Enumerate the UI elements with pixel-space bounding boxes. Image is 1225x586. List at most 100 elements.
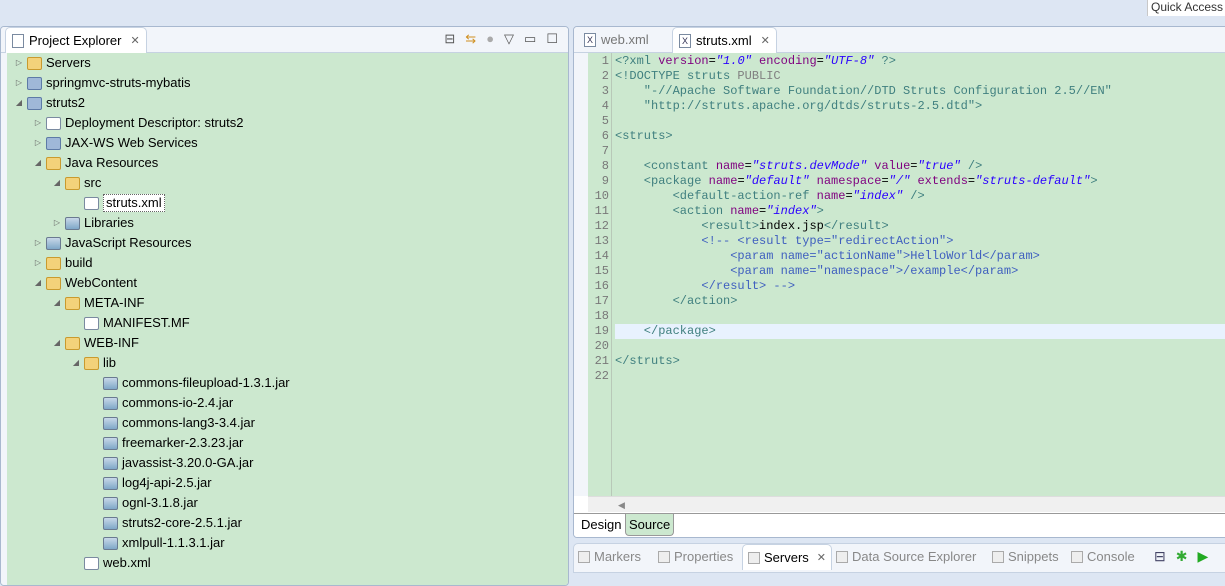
collapsed-arrow-icon[interactable]: ▷	[32, 233, 44, 253]
close-icon[interactable]: ✕	[761, 28, 770, 54]
line-number: 18	[594, 309, 609, 323]
code-line[interactable]: <param name="namespace">/example</param>	[615, 264, 1225, 279]
code-line[interactable]: <package name="default" namespace="/" ex…	[615, 174, 1225, 189]
line-number: 4	[601, 99, 609, 113]
console-icon	[1071, 551, 1083, 563]
tree-item[interactable]: ◢ Java Resources	[32, 153, 158, 173]
collapsed-arrow-icon[interactable]: ▷	[13, 73, 25, 93]
editor-tabbar: Xweb.xml Xstruts.xml ✕	[574, 27, 1225, 53]
code-line[interactable]: </struts>	[615, 354, 1225, 369]
tree-item[interactable]: ognl-3.1.8.jar	[89, 493, 198, 513]
code-line[interactable]	[615, 309, 1225, 324]
link-with-editor-icon[interactable]: ⇆	[465, 31, 476, 47]
tab-markers[interactable]: Markers	[578, 544, 641, 570]
collapsed-arrow-icon[interactable]: ▷	[32, 133, 44, 153]
tree-item[interactable]: ◢ META-INF	[51, 293, 145, 313]
tree-item[interactable]: ▷ JAX-WS Web Services	[32, 133, 198, 153]
close-icon[interactable]: ✕	[817, 545, 826, 571]
tab-web-xml[interactable]: Xweb.xml	[578, 27, 655, 53]
tab-snippets[interactable]: Snippets	[992, 544, 1059, 570]
xml-editor[interactable]: 1 2 3 4 5 6 7 8 9 10 11 12 13 14 15 16 17 18 19 20 21 22 <?xm…	[574, 53, 1225, 496]
tree-item[interactable]: MANIFEST.MF	[70, 313, 190, 333]
tab-design[interactable]: Design	[578, 514, 624, 536]
expanded-arrow-icon[interactable]: ◢	[32, 153, 44, 173]
tab-project-explorer[interactable]: Project Explorer ✕	[5, 27, 147, 53]
tree-item[interactable]: javassist-3.20.0-GA.jar	[89, 453, 254, 473]
code-line[interactable]	[615, 339, 1225, 354]
tree-item[interactable]: ▷ JavaScript Resources	[32, 233, 192, 253]
code-line[interactable]: <!DOCTYPE struts PUBLIC	[615, 69, 1225, 84]
code-line[interactable]: "http://struts.apache.org/dtds/struts-2.…	[615, 99, 1225, 114]
code-line[interactable]	[615, 144, 1225, 159]
tree-item[interactable]: ◢ struts2	[13, 93, 85, 113]
tree-item[interactable]: ▷ Deployment Descriptor: struts2	[32, 113, 244, 133]
expanded-arrow-icon[interactable]: ◢	[70, 353, 82, 373]
code-line[interactable]: <constant name="struts.devMode" value="t…	[615, 159, 1225, 174]
code-token: "struts.devMode"	[751, 159, 868, 173]
tab-properties[interactable]: Properties	[658, 544, 733, 570]
expanded-arrow-icon[interactable]: ◢	[13, 93, 25, 113]
code-line[interactable]: <action name="index">	[615, 204, 1225, 219]
tree-item[interactable]: ▷ Libraries	[51, 213, 134, 233]
code-line[interactable]	[615, 369, 1225, 384]
tab-source[interactable]: Source	[625, 514, 675, 536]
line-number: 10	[594, 189, 609, 203]
minimize-icon[interactable]: ⊟	[1154, 548, 1166, 565]
close-icon[interactable]: ✕	[130, 28, 139, 54]
tree-item[interactable]: ▷ Servers	[13, 53, 91, 73]
tab-servers[interactable]: Servers ✕	[742, 544, 833, 571]
tree-item[interactable]: ◢ src	[51, 173, 101, 193]
horizontal-scrollbar[interactable]: ◀	[588, 496, 1225, 512]
tree-item[interactable]: web.xml	[70, 553, 151, 573]
code-line[interactable]: </action>	[615, 294, 1225, 309]
tree-item[interactable]: freemarker-2.3.23.jar	[89, 433, 243, 453]
expanded-arrow-icon[interactable]: ◢	[51, 173, 63, 193]
filter-icon[interactable]: ●	[486, 31, 494, 47]
code-token: "true"	[917, 159, 961, 173]
maximize-icon[interactable]: ☐	[546, 31, 558, 47]
tab-console[interactable]: Console	[1071, 544, 1135, 570]
code-line[interactable]: <param name="actionName">HelloWorld</par…	[615, 249, 1225, 264]
code-line[interactable]: </result> -->	[615, 279, 1225, 294]
tree-item[interactable]: ◢ lib	[70, 353, 116, 373]
tree-item[interactable]: ◢ WEB-INF	[51, 333, 139, 353]
code-line[interactable]: <?xml version="1.0" encoding="UTF-8" ?>	[615, 54, 1225, 69]
project-tree: ▷ Servers ▷ springmvc-struts-mybatis ◢ struts…	[1, 53, 568, 585]
view-menu-icon[interactable]: ▽	[504, 31, 514, 47]
quick-access-field[interactable]: Quick Access	[1147, 0, 1225, 16]
line-number: 22	[594, 369, 609, 383]
collapsed-arrow-icon[interactable]: ▷	[13, 53, 25, 73]
file-icon	[84, 196, 99, 210]
file-icon	[46, 116, 61, 130]
code-line[interactable]: <default-action-ref name="index" />	[615, 189, 1225, 204]
collapse-all-icon[interactable]: ⊟	[444, 31, 455, 47]
tree-item[interactable]: commons-fileupload-1.3.1.jar	[89, 373, 290, 393]
line-number: 12	[594, 219, 609, 233]
expanded-arrow-icon[interactable]: ◢	[32, 273, 44, 293]
minimize-icon[interactable]: ▭	[524, 31, 536, 47]
start-server-icon[interactable]: ▶	[1197, 548, 1208, 565]
tree-item[interactable]: commons-lang3-3.4.jar	[89, 413, 255, 433]
tree-item[interactable]: ▷ springmvc-struts-mybatis	[13, 73, 191, 93]
code-line[interactable]: "-//Apache Software Foundation//DTD Stru…	[615, 84, 1225, 99]
collapsed-arrow-icon[interactable]: ▷	[51, 213, 63, 233]
code-line[interactable]: <struts>	[615, 129, 1225, 144]
code-line[interactable]: <!-- <result type="redirectAction">	[615, 234, 1225, 249]
code-line[interactable]: </package>	[615, 324, 1225, 339]
expanded-arrow-icon[interactable]: ◢	[51, 333, 63, 353]
tree-item[interactable]: xmlpull-1.1.3.1.jar	[89, 533, 225, 553]
collapsed-arrow-icon[interactable]: ▷	[32, 113, 44, 133]
tree-item[interactable]: ▷ build	[32, 253, 93, 273]
collapsed-arrow-icon[interactable]: ▷	[32, 253, 44, 273]
tree-item[interactable]: log4j-api-2.5.jar	[89, 473, 212, 493]
tree-item[interactable]: ◢ WebContent	[32, 273, 137, 293]
tree-item[interactable]: struts2-core-2.5.1.jar	[89, 513, 242, 533]
debug-icon[interactable]: ✱	[1176, 548, 1188, 565]
code-line[interactable]	[615, 114, 1225, 129]
code-line[interactable]: <result>index.jsp</result>	[615, 219, 1225, 234]
tree-item[interactable]: commons-io-2.4.jar	[89, 393, 233, 413]
tab-data-source-explorer[interactable]: Data Source Explorer	[836, 544, 976, 570]
tree-item[interactable]: struts.xml	[70, 193, 165, 213]
expanded-arrow-icon[interactable]: ◢	[51, 293, 63, 313]
tab-struts-xml[interactable]: Xstruts.xml ✕	[672, 27, 777, 53]
